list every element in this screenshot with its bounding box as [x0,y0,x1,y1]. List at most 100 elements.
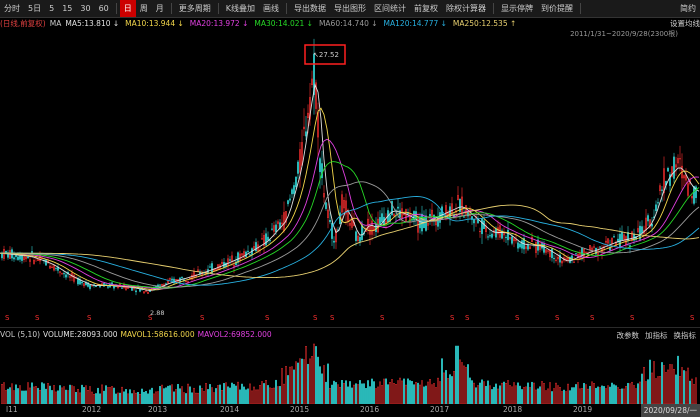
volume-bar [555,382,557,404]
volume-bar [5,390,7,404]
volume-bar [325,381,327,404]
volume-bar [469,377,471,404]
volume-bar [635,388,637,404]
vol-button-0[interactable]: 改参数 [617,330,640,341]
volume-bar [513,382,515,404]
toolbar-item-12[interactable]: 导出数据 [290,0,330,17]
volume-bar [535,389,537,404]
volume-bar [539,386,541,404]
candle-body [107,286,109,288]
volume-bar [117,392,119,404]
candle-body [429,213,431,217]
toolbar-item-16[interactable]: 除权计算器 [442,0,490,17]
volume-bar [177,383,179,404]
toolbar-item-1[interactable]: 5日 [24,0,45,17]
candle-body [599,246,601,248]
volume-bar [453,371,455,404]
volume-bar [403,378,405,404]
toolbar-item-5[interactable]: 60 [95,0,113,17]
volume-bar [281,368,283,404]
candle-body [319,158,321,173]
price-chart[interactable]: SSSSSSSSSSSSSSSS ↖27.522.88 [0,28,700,328]
volume-bar [65,389,67,404]
volume-bar [285,366,287,404]
volume-bar [161,384,163,404]
toolbar-item-17[interactable]: 显示停牌 [497,0,537,17]
volume-bar [685,371,687,404]
simple-mode-button[interactable]: 简约 [676,0,700,17]
volume-bar [195,392,197,404]
volume-bar [423,386,425,404]
volume-bar [495,383,497,404]
sell-marker: S [555,314,560,322]
candle-body [491,233,493,238]
toolbar-item-11[interactable]: 画线 [259,0,283,17]
sell-marker: S [450,314,455,322]
volume-bar [549,382,551,404]
volume-bar [633,385,635,404]
toolbar-item-9[interactable]: 更多周期 [175,0,215,17]
panel-divider [0,327,700,328]
volume-bar [127,393,129,404]
candle-body [489,235,491,237]
volume-bar [179,388,181,404]
toolbar-item-8[interactable]: 月 [152,0,168,17]
vol-button-2[interactable]: 换指标 [674,330,697,341]
volume-bar [119,392,121,404]
candle-body [267,236,269,241]
candle-body [439,212,441,223]
volume-bar [201,388,203,404]
volume-bar [487,380,489,404]
volume-bar [473,382,475,404]
volume-bar [345,380,347,404]
volume-bar [261,381,263,404]
volume-bar [21,390,23,404]
volume-bar [323,365,325,404]
volume-bar [481,379,483,404]
volume-bar [175,389,177,404]
volume-bar [509,385,511,404]
toolbar-item-10[interactable]: K线叠加 [222,0,259,17]
volume-bar [173,391,175,404]
toolbar-item-13[interactable]: 导出图形 [330,0,370,17]
volume-bar [355,383,357,404]
toolbar-item-0[interactable]: 分时 [0,0,24,17]
volume-bar [665,372,667,404]
volume-bar [407,378,409,404]
volume-bar [271,388,273,404]
toolbar-item-15[interactable]: 前复权 [410,0,442,17]
volume-bar [641,373,643,404]
volume-bar [689,380,691,404]
toolbar-item-3[interactable]: 15 [58,0,76,17]
sell-marker: S [200,314,205,322]
volume-bar [3,382,5,404]
vol-button-1[interactable]: 加指标 [645,330,668,341]
volume-bar [19,385,21,404]
candle-body [65,274,67,278]
candle-body [165,283,167,285]
volume-bar [505,383,507,404]
toolbar-item-6[interactable]: 日 [119,0,136,17]
toolbar-item-18[interactable]: 到价提醒 [537,0,577,17]
volume-bar [251,390,253,404]
volume-bar [57,390,59,404]
volume-bar [621,388,623,404]
toolbar-item-2[interactable]: 5 [45,0,58,17]
toolbar-item-14[interactable]: 区间统计 [370,0,410,17]
ma5-line [0,83,700,291]
settings-ma-label[interactable]: 设置均线 [670,19,700,28]
vol-value: VOLUME:28093.000 [43,330,118,339]
volume-bar [241,383,243,404]
volume-bar [405,384,407,404]
volume-bar [331,384,333,404]
x-tick-label: 2017 [430,405,450,414]
volume-bar [301,358,303,404]
toolbar-item-4[interactable]: 30 [76,0,94,17]
volume-bar [501,382,503,404]
candle-body [359,236,361,242]
volume-bar [693,384,695,404]
toolbar-item-7[interactable]: 周 [136,0,152,17]
volume-chart[interactable] [0,342,700,404]
x-tick-label: 2012 [82,405,102,414]
volume-bar [71,385,73,404]
